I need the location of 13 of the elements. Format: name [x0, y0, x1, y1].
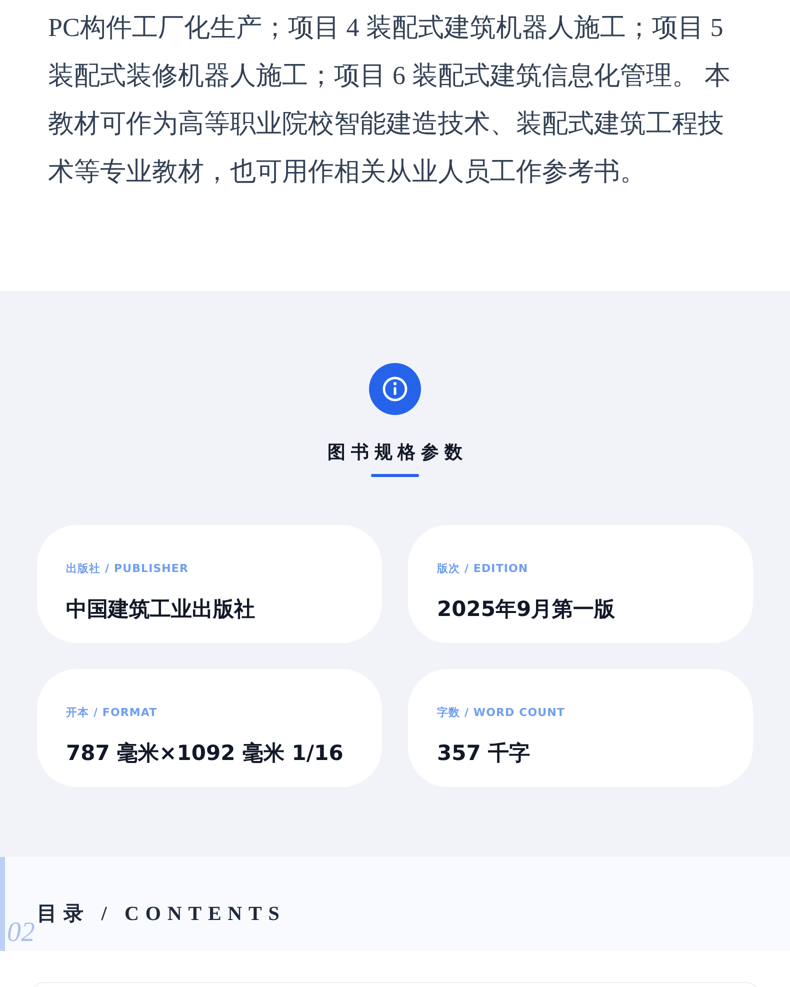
- spec-label: 开本 / FORMAT: [66, 705, 158, 721]
- spec-value: 357 千字: [437, 740, 532, 766]
- spec-value: 787 毫米×1092 毫米 1/16: [66, 740, 344, 766]
- section-number: 02: [7, 919, 35, 947]
- spec-label: 字数 / WORD COUNT: [437, 705, 566, 721]
- spec-value: 2025年9月第一版: [437, 596, 616, 622]
- info-icon: [369, 363, 421, 415]
- spec-value: 中国建筑工业出版社: [66, 596, 256, 622]
- section-title: 目录 / CONTENTS: [37, 902, 287, 927]
- spec-label: 版次 / EDITION: [437, 561, 530, 577]
- spec-label: 出版社 / PUBLISHER: [66, 561, 190, 577]
- description-paragraph: PC构件工厂化生产；项目 4 装配式建筑机器人施工；项目 5 装配式装修机器人施工；项目 6 装配式建筑信息化管理。 本教材可作为高等职业院校智能建造技术、装配式建筑工程技术等专业教材，也可用作相关从业人员工作参考书。: [48, 12, 732, 188]
- section-title: 图书规格参数: [327, 441, 468, 465]
